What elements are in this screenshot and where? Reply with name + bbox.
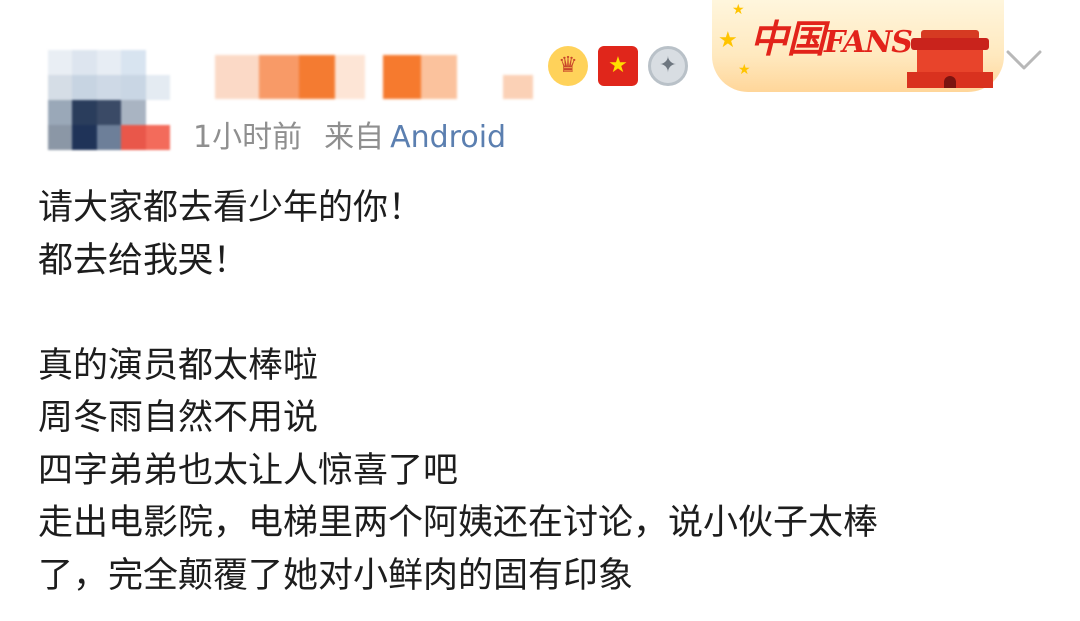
post-source-device[interactable]: Android <box>390 120 506 155</box>
content-line: 走出电影院，电梯里两个阿姨还在讨论，说小伙子太棒 <box>38 503 879 543</box>
tiananmen-gate-icon <box>907 30 993 88</box>
content-line: 真的演员都太棒啦 <box>38 345 319 386</box>
medal-icon[interactable]: ✦ <box>648 46 688 86</box>
fans-logo-text: 中国FANS <box>750 8 913 63</box>
post-source-prefix: 来自 <box>324 120 385 155</box>
star-icon: ★ <box>732 2 745 18</box>
content-line: 周冬雨自然不用说 <box>38 398 319 438</box>
user-badges: ♛ ★ ✦ <box>548 44 688 88</box>
china-flag-icon[interactable]: ★ <box>598 46 638 86</box>
content-blank-line <box>38 287 1048 340</box>
post-time: 1小时前 <box>193 120 303 155</box>
star-icon: ★ <box>718 28 738 53</box>
username[interactable] <box>215 55 535 101</box>
content-line: 了，完全颠覆了她对小鲜肉的固有印象 <box>38 555 634 596</box>
post-meta: 1小时前 来自 Android <box>193 112 506 156</box>
star-icon: ★ <box>738 62 751 78</box>
post-content: 请大家都去看少年的你！ 都去给我哭！ 真的演员都太棒啦 周冬雨自然不用说 四字弟… <box>38 182 1048 602</box>
content-line: 请大家都去看少年的你！ <box>38 188 424 228</box>
content-line: 四字弟弟也太让人惊喜了吧 <box>38 450 459 491</box>
fans-text-cn: 中国 <box>750 16 825 61</box>
content-line: 都去给我哭！ <box>38 240 249 281</box>
avatar[interactable] <box>48 50 170 150</box>
crown-icon[interactable]: ♛ <box>548 46 588 86</box>
fans-text-en: FANS <box>824 25 913 60</box>
china-fans-banner[interactable]: ★ ★ ★ 中国FANS <box>712 0 1004 92</box>
weibo-post: ♛ ★ ✦ ★ ★ ★ 中国FANS 1小时前 来自 Android 请大家都去看少… <box>0 0 1080 621</box>
chevron-down-icon[interactable] <box>1004 46 1044 76</box>
